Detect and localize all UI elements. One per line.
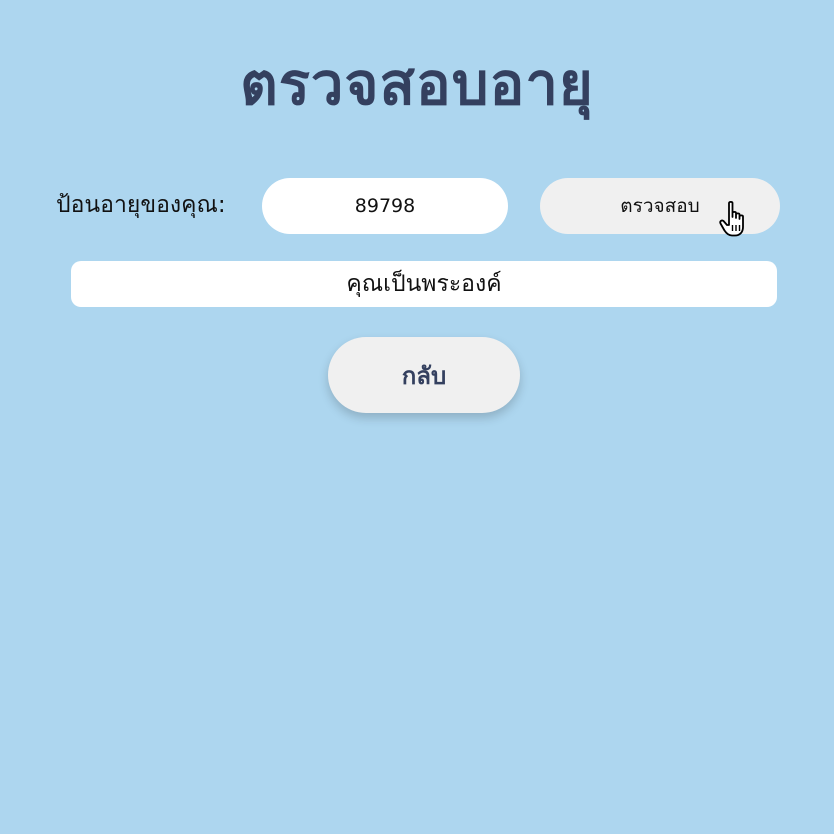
page-title: ตรวจสอบอายุ: [240, 50, 594, 118]
age-input-label: ป้อนอายุของคุณ:: [56, 192, 226, 218]
result-message: คุณเป็นพระองค์: [71, 261, 777, 307]
back-button[interactable]: กลับ: [328, 337, 520, 413]
age-input[interactable]: [262, 178, 508, 234]
hand-pointer-cursor-icon: [719, 200, 744, 237]
